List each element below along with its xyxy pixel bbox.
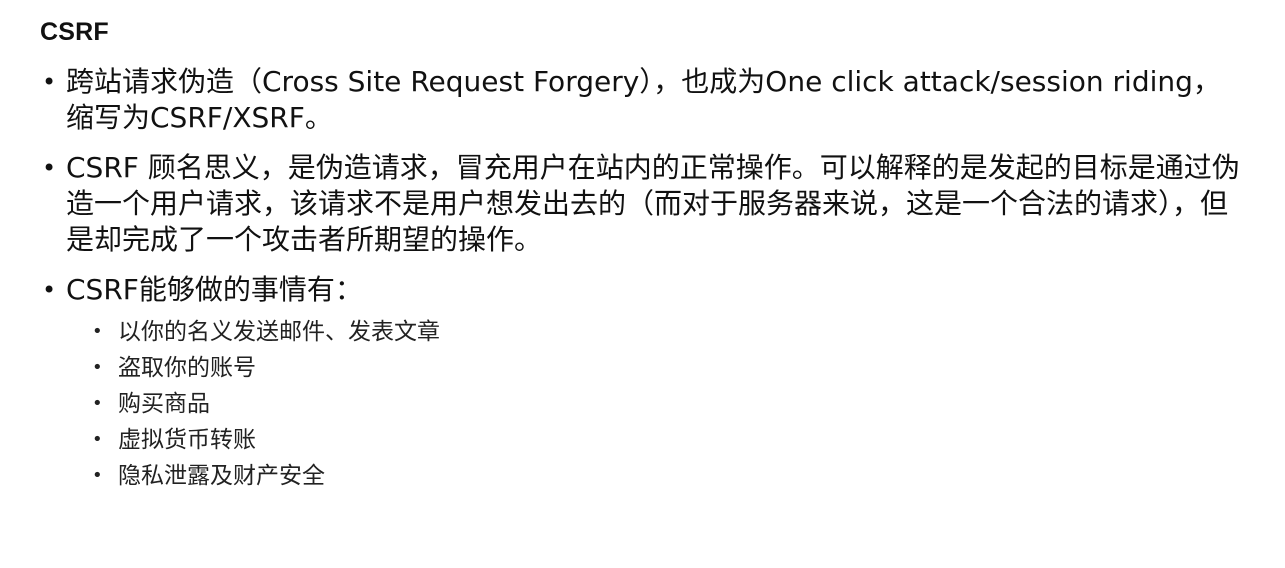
bullet-dot-icon: • xyxy=(42,276,57,304)
sub-bullet-text: 购买商品 xyxy=(118,391,210,417)
bullet-text: 跨站请求伪造（Cross Site Request Forgery），也成为On… xyxy=(66,65,1221,134)
sub-bullet-item: • 购买商品 xyxy=(88,386,440,422)
bullet-text: CSRF能够做的事情有： xyxy=(66,273,363,306)
sub-bullet-dot-icon: • xyxy=(92,321,103,342)
slide-title: CSRF xyxy=(40,18,109,46)
bullet-dot-icon: • xyxy=(42,68,57,96)
sub-bullet-dot-icon: • xyxy=(92,429,103,450)
bullet-dot-icon: • xyxy=(42,154,57,182)
sub-bullet-list: • 以你的名义发送邮件、发表文章 • 盗取你的账号 • 购买商品 • 虚拟货币转… xyxy=(88,314,440,494)
sub-bullet-text: 隐私泄露及财产安全 xyxy=(118,463,325,489)
slide: CSRF • 跨站请求伪造（Cross Site Request Forgery… xyxy=(0,0,1285,568)
bullet-text: CSRF 顾名思义，是伪造请求，冒充用户在站内的正常操作。可以解释的是发起的目标… xyxy=(66,151,1240,256)
sub-bullet-text: 以你的名义发送邮件、发表文章 xyxy=(118,319,440,345)
bullet-item-definition: • 跨站请求伪造（Cross Site Request Forgery），也成为… xyxy=(38,64,1243,136)
sub-bullet-text: 盗取你的账号 xyxy=(118,355,256,381)
bullet-list: • 跨站请求伪造（Cross Site Request Forgery），也成为… xyxy=(38,64,1243,312)
sub-bullet-text: 虚拟货币转账 xyxy=(118,427,256,453)
sub-bullet-item: • 盗取你的账号 xyxy=(88,350,440,386)
sub-bullet-item: • 以你的名义发送邮件、发表文章 xyxy=(88,314,440,350)
bullet-item-explanation: • CSRF 顾名思义，是伪造请求，冒充用户在站内的正常操作。可以解释的是发起的… xyxy=(38,150,1243,258)
sub-bullet-item: • 虚拟货币转账 xyxy=(88,422,440,458)
sub-bullet-dot-icon: • xyxy=(92,393,103,414)
sub-bullet-dot-icon: • xyxy=(92,465,103,486)
bullet-item-capabilities: • CSRF能够做的事情有： xyxy=(38,272,1243,308)
sub-bullet-item: • 隐私泄露及财产安全 xyxy=(88,458,440,494)
sub-bullet-dot-icon: • xyxy=(92,357,103,378)
